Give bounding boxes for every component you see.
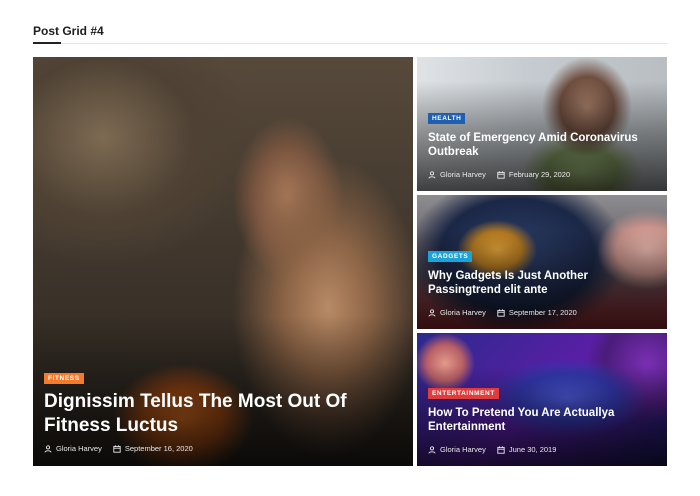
post-author[interactable]: Gloria Harvey [440, 445, 486, 454]
post-meta: Gloria Harvey September 16, 2020 [44, 444, 193, 453]
post-meta: Gloria Harvey June 30, 2019 [428, 445, 556, 454]
calendar-icon [497, 170, 505, 179]
post-card[interactable]: HEALTH State of Emergency Amid Coronavir… [417, 57, 667, 191]
calendar-icon [497, 445, 505, 454]
post-title[interactable]: Dignissim Tellus The Most Out Of Fitness… [44, 390, 374, 438]
post-card[interactable]: GADGETS Why Gadgets Is Just Another Pass… [417, 195, 667, 329]
post-date: September 17, 2020 [508, 308, 577, 317]
user-icon [428, 308, 436, 317]
category-badge[interactable]: FITNESS [44, 373, 84, 384]
category-badge[interactable]: GADGETS [428, 251, 473, 262]
post-meta: Gloria Harvey February 29, 2020 [428, 170, 570, 179]
category-badge[interactable]: ENTERTAINMENT [428, 388, 499, 399]
section-divider [33, 43, 667, 44]
section-title-underline [33, 42, 61, 44]
section-header: Post Grid #4 [33, 0, 667, 44]
post-author[interactable]: Gloria Harvey [440, 308, 486, 317]
category-badge[interactable]: HEALTH [428, 113, 466, 124]
post-author[interactable]: Gloria Harvey [56, 444, 102, 453]
user-icon [428, 445, 436, 454]
post-meta: Gloria Harvey September 17, 2020 [428, 308, 577, 317]
section-title: Post Grid #4 [33, 24, 104, 38]
post-card[interactable]: ENTERTAINMENT How To Pretend You Are Act… [417, 333, 667, 466]
user-icon [44, 444, 52, 453]
post-title[interactable]: State of Emergency Amid Coronavirus Outb… [428, 131, 653, 160]
post-date: September 16, 2020 [124, 444, 193, 453]
calendar-icon [497, 308, 505, 317]
post-title[interactable]: How To Pretend You Are Actuallya Enterta… [428, 406, 653, 435]
user-icon [428, 170, 436, 179]
post-card-featured[interactable]: FITNESS Dignissim Tellus The Most Out Of… [33, 57, 413, 466]
post-title[interactable]: Why Gadgets Is Just Another Passingtrend… [428, 269, 653, 298]
post-date: February 29, 2020 [508, 170, 571, 179]
post-date: June 30, 2019 [508, 445, 557, 454]
post-author[interactable]: Gloria Harvey [440, 170, 486, 179]
calendar-icon [113, 444, 121, 453]
